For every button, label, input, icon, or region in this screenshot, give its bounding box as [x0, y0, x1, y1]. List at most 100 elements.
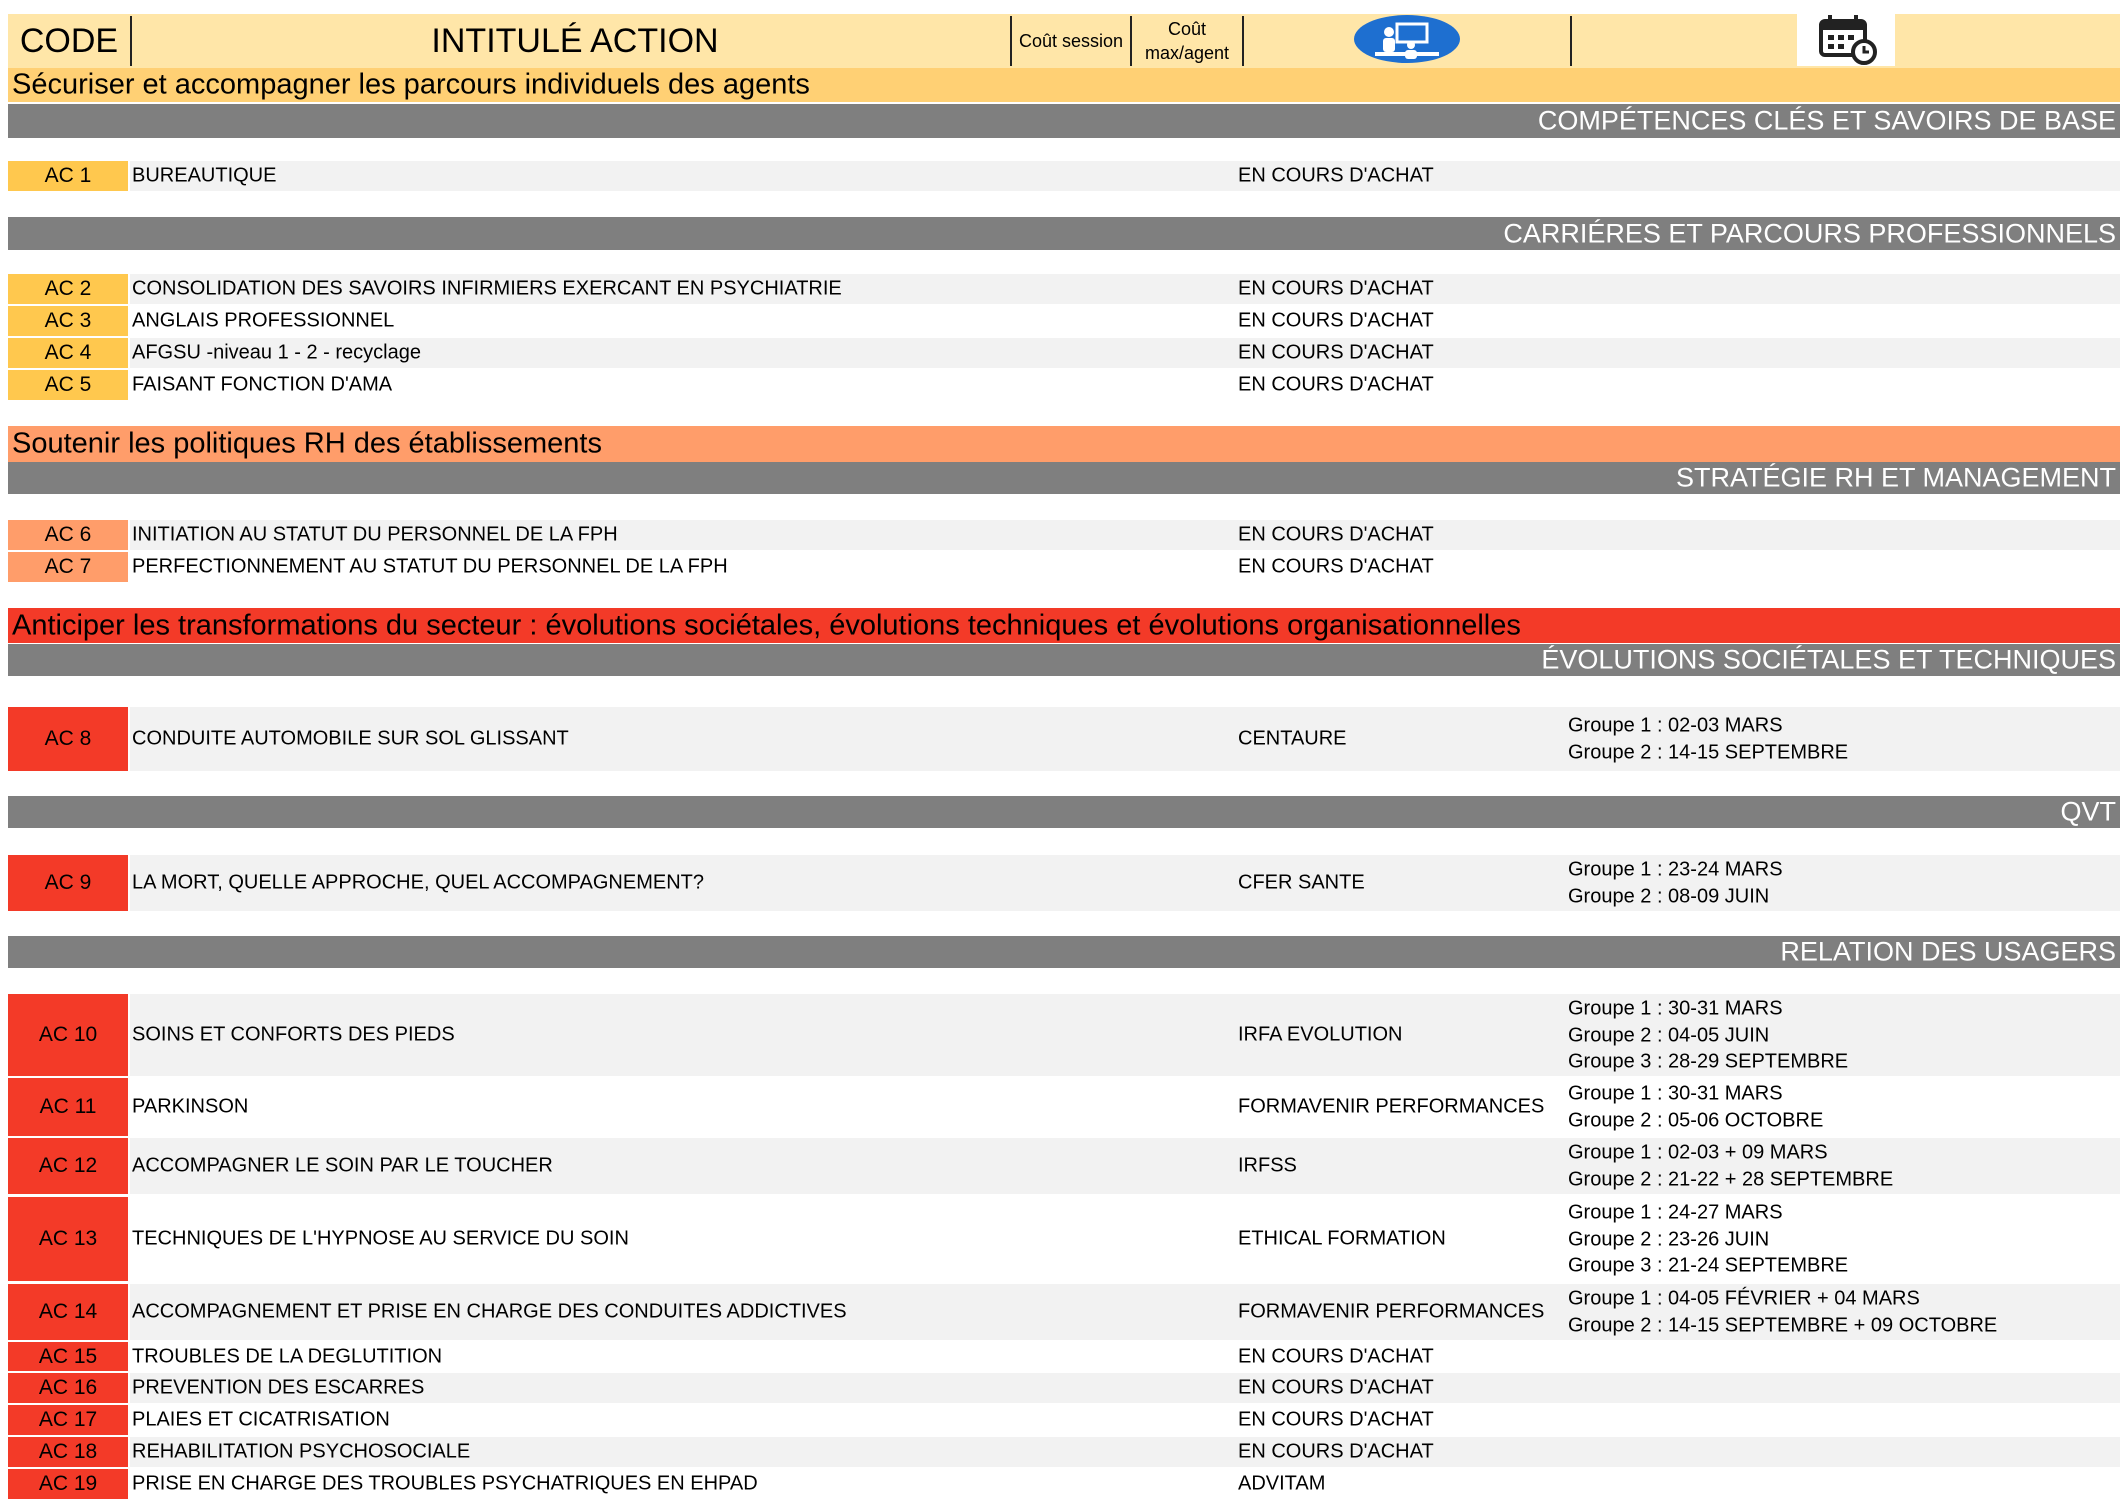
header-code[interactable]: CODE: [8, 14, 130, 68]
table-row[interactable]: AC 16 PREVENTION DES ESCARRES EN COURS D…: [8, 1373, 2120, 1403]
table-row[interactable]: AC 15 TROUBLES DE LA DEGLUTITION EN COUR…: [8, 1342, 2120, 1371]
action-title: PARKINSON: [132, 1095, 249, 1118]
action-provider: ADVITAM: [1238, 1472, 1326, 1495]
action-title: ACCOMPAGNEMENT ET PRISE EN CHARGE DES CO…: [132, 1300, 847, 1323]
theme-1: COMPÉTENCES CLÉS ET SAVOIRS DE BASE: [8, 104, 2120, 138]
table-row[interactable]: AC 7 PERFECTIONNEMENT AU STATUT DU PERSO…: [8, 552, 2120, 582]
date-line: Groupe 2 : 04-05 JUIN: [1568, 1023, 1770, 1046]
action-title: TROUBLES DE LA DEGLUTITION: [132, 1345, 443, 1367]
action-code: AC 7: [8, 552, 128, 582]
table-row[interactable]: AC 3 ANGLAIS PROFESSIONNEL EN COURS D'AC…: [8, 306, 2120, 336]
table-row[interactable]: AC 8 CONDUITE AUTOMOBILE SUR SOL GLISSAN…: [8, 707, 2120, 771]
table-row[interactable]: AC 18 REHABILITATION PSYCHOSOCIALE EN CO…: [8, 1437, 2120, 1467]
header-calendar[interactable]: [1572, 11, 2120, 71]
action-code: AC 6: [8, 520, 128, 550]
action-dates: Groupe 1 : 02-03 + 09 MARS Groupe 2 : 21…: [1568, 1140, 1893, 1193]
action-code: AC 10: [8, 994, 128, 1076]
action-code: AC 18: [8, 1437, 128, 1467]
action-dates: Groupe 1 : 23-24 MARS Groupe 2 : 08-09 J…: [1568, 857, 1783, 910]
header-cost-max-line1: Coût: [1167, 19, 1207, 39]
action-provider: EN COURS D'ACHAT: [1238, 1376, 1434, 1399]
action-dates: Groupe 1 : 24-27 MARS Groupe 2 : 23-26 J…: [1568, 1199, 1848, 1279]
action-title: BUREAUTIQUE: [132, 164, 277, 187]
action-provider: FORMAVENIR PERFORMANCES: [1238, 1300, 1545, 1323]
theme-1-label: COMPÉTENCES CLÉS ET SAVOIRS DE BASE: [1537, 105, 2116, 136]
action-code: AC 14: [8, 1284, 128, 1340]
action-code: AC 13: [8, 1197, 128, 1281]
table-row[interactable]: AC 1 BUREAUTIQUE EN COURS D'ACHAT: [8, 161, 2120, 191]
action-dates: Groupe 1 : 30-31 MARS Groupe 2 : 04-05 J…: [1568, 995, 1848, 1075]
action-provider: EN COURS D'ACHAT: [1238, 555, 1434, 578]
table-row[interactable]: AC 2 CONSOLIDATION DES SAVOIRS INFIRMIER…: [8, 274, 2120, 304]
action-provider: EN COURS D'ACHAT: [1238, 277, 1434, 300]
action-provider: EN COURS D'ACHAT: [1238, 1408, 1434, 1431]
action-title: AFGSU -niveau 1 - 2 - recyclage: [132, 341, 421, 364]
action-dates: Groupe 1 : 02-03 MARS Groupe 2 : 14-15 S…: [1568, 713, 1848, 766]
action-code: AC 4: [8, 338, 128, 368]
action-code: AC 8: [8, 707, 128, 771]
action-provider: IRFSS: [1238, 1154, 1297, 1177]
date-line: Groupe 2 : 14-15 SEPTEMBRE + 09 OCTOBRE: [1568, 1314, 1998, 1336]
action-code: AC 9: [8, 855, 128, 911]
action-title: REHABILITATION PSYCHOSOCIALE: [132, 1440, 471, 1463]
theme-3: STRATÉGIE RH ET MANAGEMENT: [8, 462, 2120, 494]
action-code: AC 15: [8, 1342, 128, 1371]
action-provider: EN COURS D'ACHAT: [1238, 309, 1434, 332]
date-line: Groupe 2 : 23-26 JUIN: [1568, 1227, 1770, 1250]
action-provider: FORMAVENIR PERFORMANCES: [1238, 1095, 1545, 1118]
table-row[interactable]: AC 4 AFGSU -niveau 1 - 2 - recyclage EN …: [8, 338, 2120, 368]
action-provider: IRFA EVOLUTION: [1238, 1023, 1403, 1046]
calendar-clock-icon: [1797, 11, 1895, 71]
action-provider: CENTAURE: [1238, 727, 1347, 750]
action-title: CONDUITE AUTOMOBILE SUR SOL GLISSANT: [132, 727, 569, 750]
date-line: Groupe 3 : 21-24 SEPTEMBRE: [1568, 1254, 1849, 1277]
theme-2-label: CARRIÉRES ET PARCOURS PROFESSIONNELS: [1503, 218, 2116, 248]
action-title: CONSOLIDATION DES SAVOIRS INFIRMIERS EXE…: [132, 277, 842, 300]
action-title: ACCOMPAGNER LE SOIN PAR LE TOUCHER: [132, 1154, 553, 1177]
date-line: Groupe 1 : 24-27 MARS: [1568, 1201, 1783, 1224]
axis-3: Anticiper les transformations du secteur…: [8, 608, 2120, 643]
action-title: FAISANT FONCTION D'AMA: [132, 373, 393, 396]
action-code: AC 5: [8, 370, 128, 400]
action-provider: EN COURS D'ACHAT: [1238, 164, 1434, 187]
date-line: Groupe 1 : 04-05 FÉVRIER + 04 MARS: [1568, 1287, 1920, 1310]
date-line: Groupe 1 : 23-24 MARS: [1568, 858, 1783, 881]
axis-1: Sécuriser et accompagner les parcours in…: [8, 68, 2120, 102]
axis-3-label: Anticiper les transformations du secteur…: [12, 609, 1521, 641]
table-row[interactable]: AC 5 FAISANT FONCTION D'AMA EN COURS D'A…: [8, 370, 2120, 400]
theme-5: QVT: [8, 796, 2120, 828]
action-title: LA MORT, QUELLE APPROCHE, QUEL ACCOMPAGN…: [132, 871, 705, 894]
header-cost-max[interactable]: Coût max/agent: [1132, 14, 1242, 68]
table-row[interactable]: AC 19 PRISE EN CHARGE DES TROUBLES PSYCH…: [8, 1469, 2120, 1499]
table-row[interactable]: AC 14 ACCOMPAGNEMENT ET PRISE EN CHARGE …: [8, 1284, 2120, 1340]
action-title: ANGLAIS PROFESSIONNEL: [132, 309, 395, 332]
theme-6-label: RELATION DES USAGERS: [1780, 936, 2116, 967]
header-title[interactable]: INTITULÉ ACTION: [132, 14, 1018, 68]
table-row[interactable]: AC 6 INITIATION AU STATUT DU PERSONNEL D…: [8, 520, 2120, 550]
header-mode[interactable]: [1244, 14, 1570, 68]
action-code: AC 12: [8, 1138, 128, 1194]
date-line: Groupe 2 : 14-15 SEPTEMBRE: [1568, 741, 1849, 763]
action-title: PREVENTION DES ESCARRES: [132, 1376, 425, 1399]
action-code: AC 3: [8, 306, 128, 336]
header-cost-session[interactable]: Coût session: [1012, 14, 1130, 68]
theme-5-label: QVT: [2060, 796, 2116, 827]
action-provider: EN COURS D'ACHAT: [1238, 373, 1434, 396]
table-row[interactable]: AC 10 SOINS ET CONFORTS DES PIEDS IRFA E…: [8, 994, 2120, 1076]
date-line: Groupe 1 : 02-03 MARS: [1568, 714, 1783, 737]
table-row[interactable]: AC 13 TECHNIQUES DE L'HYPNOSE AU SERVICE…: [8, 1197, 2120, 1281]
action-title: PERFECTIONNEMENT AU STATUT DU PERSONNEL …: [132, 555, 728, 578]
axis-2-label: Soutenir les politiques RH des établisse…: [12, 427, 602, 460]
table-row[interactable]: AC 17 PLAIES ET CICATRISATION EN COURS D…: [8, 1405, 2120, 1435]
axis-1-label: Sécuriser et accompagner les parcours in…: [12, 68, 810, 101]
training-session-icon: [1353, 14, 1461, 69]
action-code: AC 11: [8, 1078, 128, 1136]
action-provider: EN COURS D'ACHAT: [1238, 1345, 1434, 1367]
table-row[interactable]: AC 12 ACCOMPAGNER LE SOIN PAR LE TOUCHER…: [8, 1138, 2120, 1194]
theme-2: CARRIÉRES ET PARCOURS PROFESSIONNELS: [8, 217, 2120, 250]
table-row[interactable]: AC 11 PARKINSON FORMAVENIR PERFORMANCES …: [8, 1078, 2120, 1136]
table-row[interactable]: AC 9 LA MORT, QUELLE APPROCHE, QUEL ACCO…: [8, 855, 2120, 911]
theme-6: RELATION DES USAGERS: [8, 936, 2120, 968]
action-provider: EN COURS D'ACHAT: [1238, 1440, 1434, 1463]
date-line: Groupe 1 : 30-31 MARS: [1568, 997, 1783, 1020]
